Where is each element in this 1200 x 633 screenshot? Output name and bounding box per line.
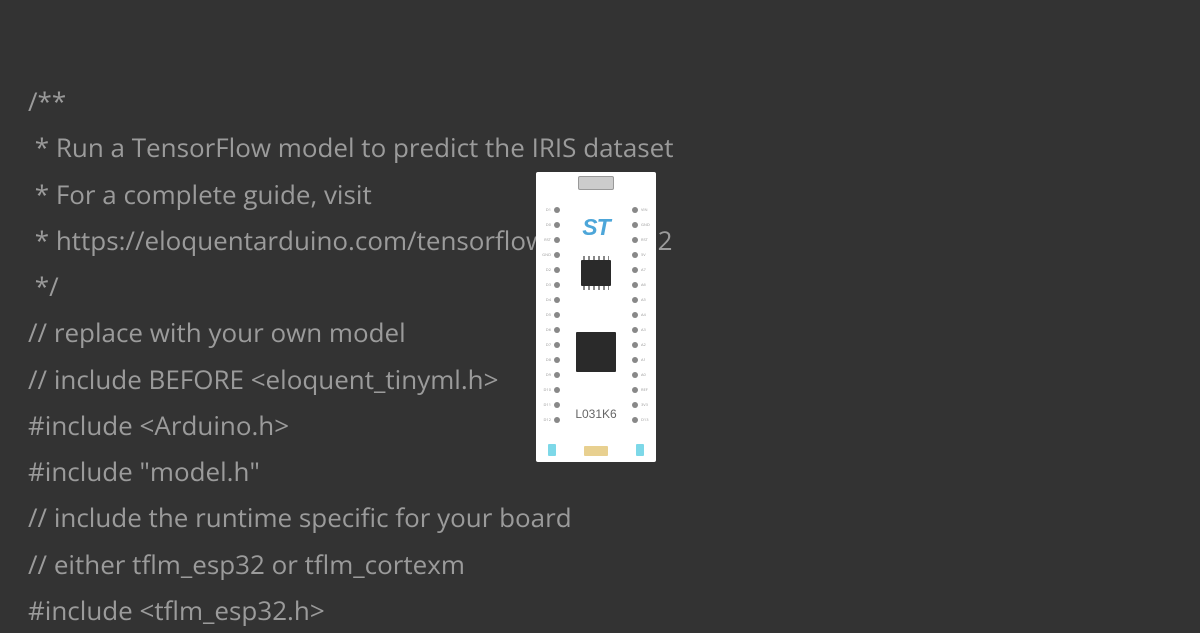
pins-left: D1 D0 RST GND D2 D3 D4 D5 D6 D7 D8 D9 D1…: [542, 206, 560, 424]
microcontroller-board: ST L031K6 D1 D0 RST GND D2 D3 D4 D5 D6 D…: [536, 172, 656, 462]
board-model-label: L031K6: [575, 407, 616, 421]
chip-icon: [581, 260, 611, 286]
code-line: #include <tflm_esp32.h>: [28, 587, 674, 633]
code-line: // include the runtime specific for your…: [28, 494, 674, 540]
code-line: // either tflm_esp32 or tflm_cortexm: [28, 541, 674, 587]
bottom-connector-icon: [584, 446, 608, 456]
code-line: * Run a TensorFlow model to predict the …: [28, 124, 674, 170]
usb-connector-icon: [578, 176, 614, 190]
pins-right: VIN GND RST 5V A7 A6 A5 A4 A3 A2 A1 A0 R…: [632, 206, 650, 424]
led-icon: [636, 444, 644, 456]
code-line: /**: [28, 78, 674, 124]
led-icon: [548, 444, 556, 456]
main-chip-icon: [576, 332, 616, 372]
st-logo: ST: [582, 214, 609, 241]
